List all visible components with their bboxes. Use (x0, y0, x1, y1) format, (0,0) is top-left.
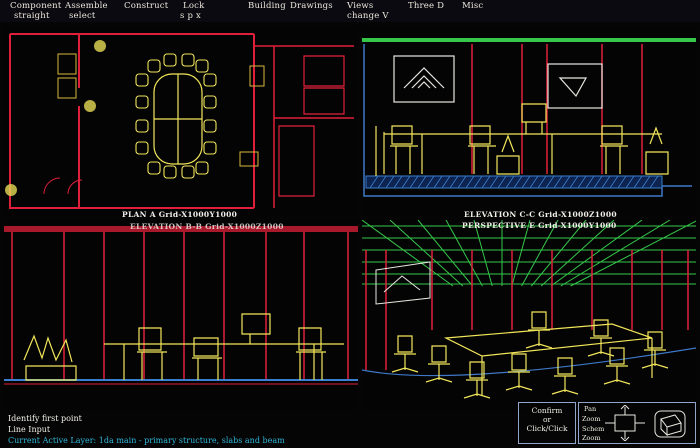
plan-title: PLAN A Grid-X1000Y1000 (122, 210, 238, 219)
perspective-drawing (362, 220, 696, 399)
layer-cube-icon[interactable] (651, 405, 691, 441)
perspective-chair (425, 345, 453, 383)
perspective-chair (641, 331, 669, 369)
scheme-button[interactable]: Schem (582, 425, 604, 433)
submenu-select[interactable]: select (69, 11, 96, 21)
command-mode: Line Input (8, 425, 51, 434)
plan-chair (135, 73, 149, 87)
plan-chair (135, 95, 149, 109)
perspective-chair (505, 353, 533, 391)
perspective-chair (463, 361, 491, 399)
zoom-button[interactable]: Zoom (582, 415, 601, 423)
perspective-chairs (391, 311, 669, 399)
status-bar: Current Active Layer: 1da main - primary… (8, 436, 285, 445)
menu-assemble[interactable]: Assemble (65, 1, 108, 11)
menu-building[interactable]: Building (248, 1, 286, 11)
plan-chair (163, 53, 177, 67)
plan-viewport[interactable] (4, 26, 358, 216)
plan-chair (147, 161, 161, 175)
menu-row-sub: straight select s p x change V (0, 11, 700, 22)
menu-drawings[interactable]: Drawings (290, 1, 333, 11)
plan-chair (181, 53, 195, 67)
elevation-bb-title: ELEVATION B-B Grid-X1000Z1000 (130, 222, 284, 231)
plan-chair (203, 119, 217, 133)
menu-component[interactable]: Component (10, 1, 61, 11)
menu-misc[interactable]: Misc (462, 1, 483, 11)
perspective-chair (391, 335, 419, 373)
plan-chair (147, 59, 161, 73)
perspective-chair (551, 357, 579, 395)
plan-chair (135, 141, 149, 155)
compass-icon[interactable] (603, 405, 647, 441)
plan-drawing (5, 33, 354, 209)
elevation-bb-viewport[interactable] (4, 220, 358, 410)
submenu-spx[interactable]: s p x (180, 11, 201, 21)
menu-three-d[interactable]: Three D (408, 1, 444, 11)
menu-construct[interactable]: Construct (124, 1, 168, 11)
navigation-panel: Pan Zoom Schem Zoom (578, 402, 696, 444)
elevation-cc-viewport[interactable] (362, 26, 696, 216)
perspective-viewport[interactable] (362, 220, 696, 410)
plan-plants (5, 40, 106, 196)
plan-chair (203, 95, 217, 109)
confirm-or-label: or (542, 415, 552, 424)
wall-art (393, 55, 603, 109)
menu-views[interactable]: Views (347, 1, 373, 11)
elevation-bb-drawing (4, 226, 358, 385)
plan-chair (195, 59, 209, 73)
plan-chair (203, 141, 217, 155)
plan-chair (203, 73, 217, 87)
plan-chair (135, 119, 149, 133)
confirm-label: Confirm (531, 406, 563, 415)
menu-lock[interactable]: Lock (183, 1, 204, 11)
confirm-button[interactable]: Confirm or Click/Click (518, 402, 576, 444)
perspective-title: PERSPECTIVE E Grid-X1000Y1000 (462, 221, 617, 230)
elevation-cc-title: ELEVATION C-C Grid-X1000Z1000 (464, 210, 617, 219)
plan-chair (181, 165, 195, 179)
command-prompt: Identify first point (8, 414, 82, 423)
perspective-chair (603, 347, 631, 385)
menu-bar: Component Assemble Construct Lock Buildi… (0, 0, 700, 22)
submenu-straight[interactable]: straight (14, 11, 50, 21)
confirm-click-label: Click/Click (526, 424, 568, 433)
elevation-cc-drawing (362, 38, 696, 197)
plan-chair (195, 161, 209, 175)
plan-chair (163, 165, 177, 179)
pan-button[interactable]: Pan (584, 405, 596, 413)
perspective-wall-art (375, 261, 431, 305)
zoom-out-button[interactable]: Zoom (582, 434, 601, 442)
plan-chairs (135, 53, 217, 179)
conference-table (153, 73, 203, 165)
submenu-change-v[interactable]: change V (347, 11, 389, 21)
